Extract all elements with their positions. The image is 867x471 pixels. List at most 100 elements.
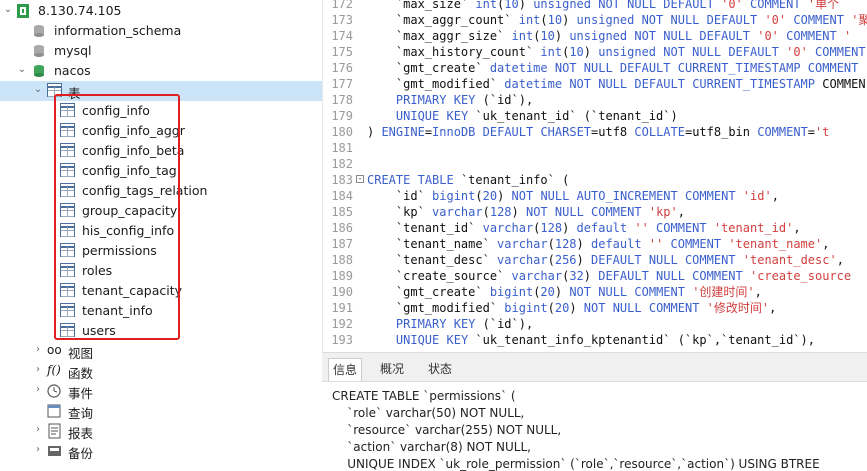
table-item[interactable]: config_info_tag [0, 161, 322, 181]
table-item[interactable]: config_info [0, 101, 322, 121]
chevron-right-icon[interactable]: › [32, 424, 44, 436]
line-number: 173 [331, 13, 353, 27]
tree-connection[interactable]: ⌄ 8.130.74.105 [0, 1, 322, 21]
code-line[interactable]: 174 `max_aggr_size` int(10) unsigned NOT… [323, 28, 867, 44]
code-line[interactable]: 187 `tenant_name` varchar(128) default '… [323, 236, 867, 252]
code-line[interactable]: 192 PRIMARY KEY (`id`), [323, 316, 867, 332]
code-line[interactable]: 178 PRIMARY KEY (`id`), [323, 92, 867, 108]
code-line[interactable]: 186 `tenant_id` varchar(128) default '' … [323, 220, 867, 236]
line-number: 179 [331, 109, 353, 123]
code-text: `max_history_count` int(10) unsigned NOT… [367, 45, 866, 59]
tree-tables-node[interactable]: ⌄ 表 [0, 81, 322, 101]
code-line[interactable]: 189 `create_source` varchar(32) DEFAULT … [323, 268, 867, 284]
code-line[interactable]: 176 `gmt_create` datetime NOT NULL DEFAU… [323, 60, 867, 76]
table-item[interactable]: roles [0, 261, 322, 281]
code-line[interactable]: 173 `max_aggr_count` int(10) unsigned NO… [323, 12, 867, 28]
line-number: 180 [331, 125, 353, 139]
table-item[interactable]: permissions [0, 241, 322, 261]
code-line[interactable]: 184 `id` bigint(20) NOT NULL AUTO_INCREM… [323, 188, 867, 204]
fold-toggle-icon[interactable]: - [356, 175, 364, 184]
chevron-right-icon[interactable]: › [32, 364, 44, 376]
line-number: 183 [331, 173, 353, 187]
chevron-down-icon[interactable]: ⌄ [16, 64, 28, 76]
code-line[interactable]: 191 `gmt_modified` bigint(20) NOT NULL C… [323, 300, 867, 316]
tree-db-nacos[interactable]: ⌄ nacos [0, 61, 322, 81]
tables-label: 表 [68, 86, 81, 101]
tree-queries-node[interactable]: 查询 [0, 401, 322, 421]
table-item[interactable]: config_tags_relation [0, 181, 322, 201]
table-label: config_info_tag [82, 163, 177, 178]
tree-db-information-schema[interactable]: information_schema [0, 21, 322, 41]
connection-label: 8.130.74.105 [38, 3, 122, 18]
code-line[interactable]: 183- CREATE TABLE `tenant_info` ( [323, 172, 867, 188]
navigator-panel: ⌄ 8.130.74.105 information_schema mysql … [0, 0, 322, 468]
code-line[interactable]: 172 `max_size` int(10) unsigned NOT NULL… [323, 0, 867, 12]
line-number: 172 [331, 0, 353, 11]
tree-views-node[interactable]: › oo 视图 [0, 341, 322, 361]
line-number: 192 [331, 317, 353, 331]
ddl-line: `action` varchar(8) NOT NULL, [332, 440, 531, 454]
tree-db-mysql[interactable]: mysql [0, 41, 322, 61]
line-number: 182 [331, 157, 353, 171]
code-line[interactable]: 182 [323, 156, 867, 172]
db-label: nacos [54, 63, 91, 78]
code-line[interactable]: 193 UNIQUE KEY `uk_tenant_info_kptenanti… [323, 332, 867, 348]
table-item[interactable]: his_config_info [0, 221, 322, 241]
table-item[interactable]: tenant_info [0, 301, 322, 321]
tree-events-node[interactable]: › 事件 [0, 381, 322, 401]
table-item[interactable]: config_info_aggr [0, 121, 322, 141]
table-icon [47, 83, 62, 97]
tab-status[interactable]: 状态 [424, 358, 456, 380]
table-icon [60, 103, 75, 117]
code-line[interactable]: 180 ) ENGINE=InnoDB DEFAULT CHARSET=utf8 … [323, 124, 867, 140]
code-text: `gmt_create` datetime NOT NULL DEFAULT C… [367, 61, 859, 75]
backup-icon [47, 443, 63, 459]
table-item[interactable]: group_capacity [0, 201, 322, 221]
code-line[interactable]: 175 `max_history_count` int(10) unsigned… [323, 44, 867, 60]
table-label: config_tags_relation [82, 183, 208, 198]
chevron-right-icon[interactable]: › [32, 384, 44, 396]
code-text: ) ENGINE=InnoDB DEFAULT CHARSET=utf8 COL… [367, 125, 830, 139]
database-icon [32, 43, 48, 59]
table-item[interactable]: users [0, 321, 322, 341]
code-text: `max_aggr_count` int(10) unsigned NOT NU… [367, 13, 867, 27]
table-icon [60, 243, 75, 257]
table-label: config_info_aggr [82, 123, 185, 138]
tab-overview[interactable]: 概况 [376, 358, 408, 380]
line-number: 175 [331, 45, 353, 59]
chevron-right-icon[interactable]: › [32, 344, 44, 356]
code-line[interactable]: 185 `kp` varchar(128) NOT NULL COMMENT '… [323, 204, 867, 220]
table-item[interactable]: config_info_beta [0, 141, 322, 161]
line-number: 187 [331, 237, 353, 251]
chevron-down-icon[interactable]: ⌄ [2, 4, 14, 16]
code-line[interactable]: 177 `gmt_modified` datetime NOT NULL DEF… [323, 76, 867, 92]
backups-label: 备份 [68, 446, 94, 461]
functions-label: 函数 [68, 366, 94, 381]
tree-functions-node[interactable]: › f() 函数 [0, 361, 322, 381]
connection-icon [16, 3, 32, 19]
line-number: 188 [331, 253, 353, 267]
table-label: group_capacity [82, 203, 178, 218]
code-text: `kp` varchar(128) NOT NULL COMMENT 'kp', [367, 205, 685, 219]
tree-reports-node[interactable]: › 报表 [0, 421, 322, 441]
table-icon [60, 223, 75, 237]
code-line[interactable]: 181 [323, 140, 867, 156]
code-line[interactable]: 179 UNIQUE KEY `uk_tenant_id` (`tenant_i… [323, 108, 867, 124]
tree-backups-node[interactable]: › 备份 [0, 441, 322, 461]
table-label: tenant_capacity [82, 283, 183, 298]
info-panel: 信息 概况 状态 CREATE TABLE `permissions` ( `r… [322, 352, 867, 471]
chevron-down-icon[interactable]: ⌄ [32, 84, 44, 96]
view-icon: oo [47, 343, 62, 357]
code-line[interactable]: 188 `tenant_desc` varchar(256) DEFAULT N… [323, 252, 867, 268]
sql-editor[interactable]: 172 `max_size` int(10) unsigned NOT NULL… [322, 0, 867, 352]
code-text: `tenant_id` varchar(128) default '' COMM… [367, 221, 801, 235]
chevron-right-icon[interactable]: › [32, 444, 44, 456]
table-item[interactable]: tenant_capacity [0, 281, 322, 301]
line-number: 186 [331, 221, 353, 235]
tab-info[interactable]: 信息 [328, 358, 363, 381]
table-label: his_config_info [82, 223, 175, 238]
code-text: `id` bigint(20) NOT NULL AUTO_INCREMENT … [367, 189, 779, 203]
code-line[interactable]: 190 `gmt_create` bigint(20) NOT NULL COM… [323, 284, 867, 300]
code-text: `max_size` int(10) unsigned NOT NULL DEF… [367, 0, 840, 11]
line-number: 193 [331, 333, 353, 347]
